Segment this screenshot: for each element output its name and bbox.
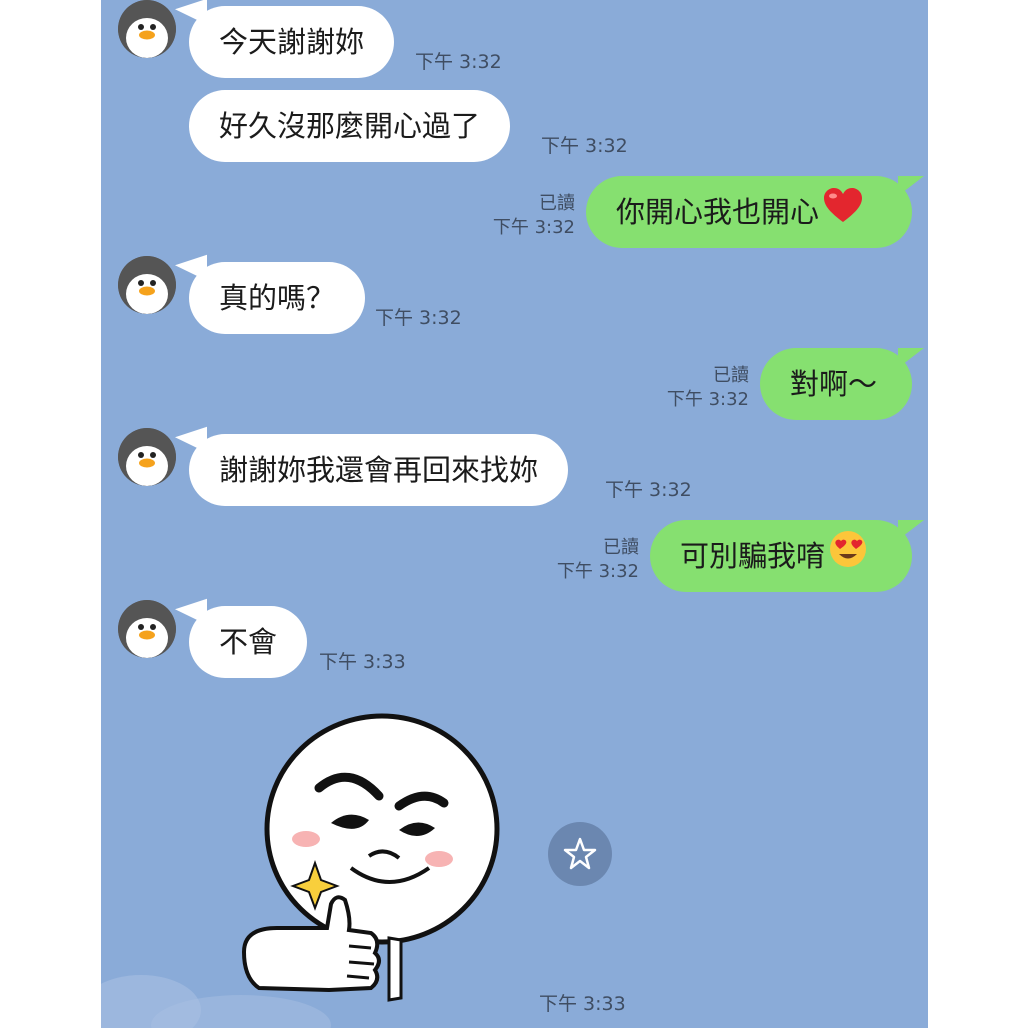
heart-emoji (823, 178, 863, 250)
incoming-message-bubble[interactable]: 不會 (175, 598, 308, 678)
outgoing-message-bubble[interactable]: 對啊～ (760, 348, 924, 420)
incoming-message-bubble[interactable]: 好久沒那麼開心過了 (189, 90, 511, 162)
message-meta: 已讀 下午 3:32 (661, 364, 749, 412)
read-receipt: 已讀 (603, 537, 639, 558)
message-text: 好久沒那麼開心過了 (219, 109, 481, 143)
message-timestamp: 下午 3:33 (539, 993, 626, 1015)
message-timestamp: 下午 3:32 (375, 307, 462, 329)
penguin-avatar[interactable] (118, 428, 176, 486)
bubble-tail (175, 598, 207, 636)
message-text: 謝謝妳我還會再回來找妳 (219, 453, 539, 487)
message-timestamp: 下午 3:32 (541, 135, 628, 157)
bubble-tail (175, 0, 207, 36)
message-timestamp: 下午 3:32 (605, 479, 692, 501)
background-cloud (101, 975, 331, 1028)
message-timestamp: 下午 3:33 (319, 651, 406, 673)
incoming-message-bubble[interactable]: 今天謝謝妳 (175, 0, 395, 78)
bubble-tail (898, 348, 924, 368)
star-icon (548, 837, 612, 890)
message-text: 真的嗎？ (219, 281, 336, 315)
penguin-avatar[interactable] (118, 256, 176, 314)
favorite-sticker-button[interactable] (548, 822, 612, 886)
incoming-message-bubble[interactable]: 真的嗎？ (175, 254, 366, 334)
message-meta: 已讀 下午 3:32 (489, 192, 575, 240)
read-receipt: 已讀 (713, 365, 749, 386)
incoming-message-bubble[interactable]: 謝謝妳我還會再回來找妳 (175, 426, 569, 506)
outgoing-message-bubble[interactable]: 你開心我也開心 (586, 176, 924, 250)
message-timestamp: 下午 3:32 (492, 217, 575, 238)
bubble-tail (175, 254, 207, 292)
message-meta: 已讀 下午 3:32 (551, 536, 639, 584)
message-text: 可別騙我唷 (680, 539, 826, 573)
message-text: 對啊～ (790, 367, 878, 401)
penguin-avatar[interactable] (118, 600, 176, 658)
read-receipt: 已讀 (539, 193, 575, 214)
heart-eyes-emoji (829, 522, 867, 594)
bubble-tail (898, 520, 924, 540)
penguin-avatar[interactable] (118, 0, 176, 58)
message-timestamp: 下午 3:32 (556, 561, 639, 582)
message-text: 你開心我也開心 (616, 195, 820, 229)
chat-area: 今天謝謝妳 下午 3:32 好久沒那麼開心過了 下午 3:32 已讀 下午 3:… (101, 0, 928, 1028)
message-text: 不會 (219, 625, 278, 659)
bubble-tail (175, 426, 207, 464)
message-text: 今天謝謝妳 (219, 25, 365, 59)
bubble-tail (898, 176, 924, 196)
message-timestamp: 下午 3:32 (666, 389, 749, 410)
message-timestamp: 下午 3:32 (415, 51, 502, 73)
outgoing-message-bubble[interactable]: 可別騙我唷 (650, 520, 924, 594)
